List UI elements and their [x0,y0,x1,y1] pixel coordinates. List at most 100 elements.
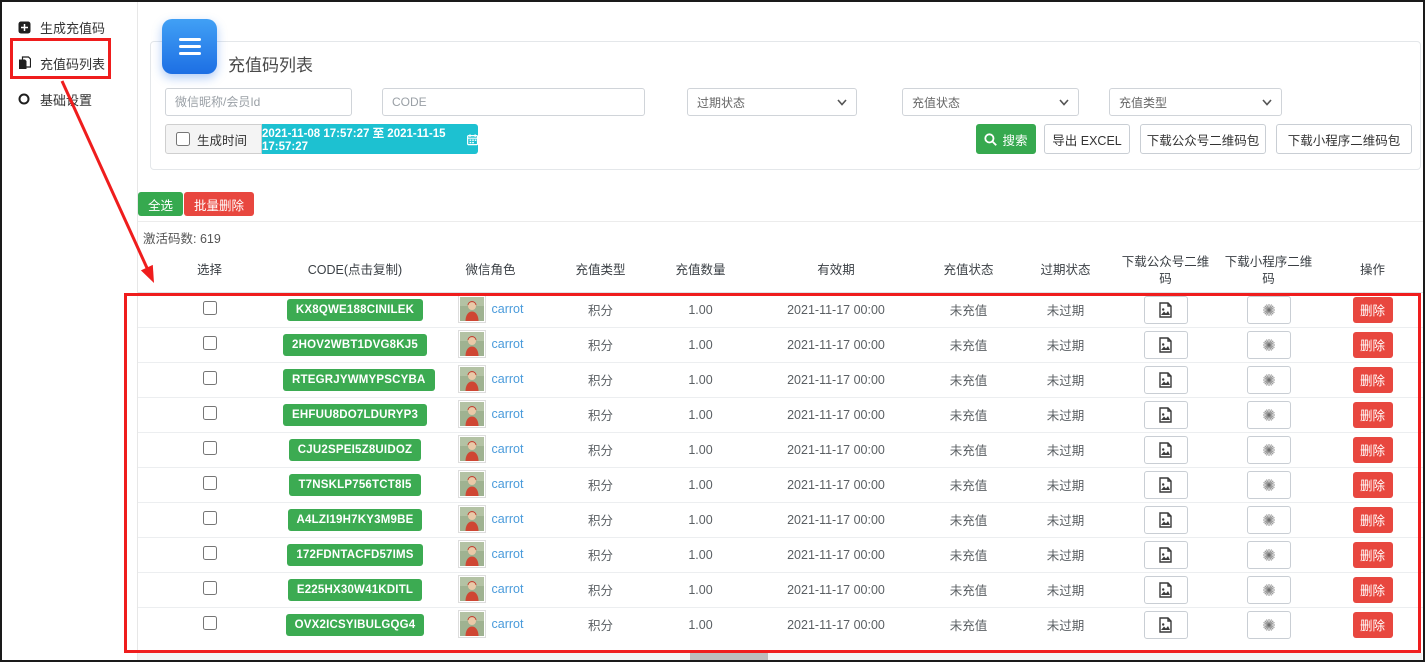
download-mini-qr-button[interactable] [1247,576,1291,604]
row-checkbox[interactable] [203,581,217,595]
sidebar-item-generate-code[interactable]: 生成充值码 [2,15,137,39]
code-badge[interactable]: T7NSKLP756TCT8I5 [289,474,420,496]
expire-status-cell: 未过期 [1017,327,1114,362]
nickname-member-id-input[interactable] [165,88,352,116]
row-checkbox[interactable] [203,371,217,385]
download-mp-qr-package-button[interactable]: 下载公众号二维码包 [1140,124,1266,154]
expire-status-cell: 未过期 [1017,467,1114,502]
delete-button[interactable]: 删除 [1353,297,1393,323]
role-link[interactable]: carrot [492,407,524,421]
download-mini-qr-button[interactable] [1247,611,1291,639]
role-link[interactable]: carrot [492,547,524,561]
delete-button[interactable]: 删除 [1353,542,1393,568]
download-mini-qr-button[interactable] [1247,331,1291,359]
code-badge[interactable]: KX8QWE188CINILEK [287,299,423,321]
role-link[interactable]: carrot [492,512,524,526]
code-input[interactable] [382,88,645,116]
delete-button[interactable]: 删除 [1353,472,1393,498]
download-mini-qr-button[interactable] [1247,541,1291,569]
export-excel-button[interactable]: 导出 EXCEL [1044,124,1130,154]
delete-button[interactable]: 删除 [1353,367,1393,393]
expire-status-cell: 未过期 [1017,397,1114,432]
role-link[interactable]: carrot [492,477,524,491]
code-badge[interactable]: OVX2ICSYIBULGQG4 [286,614,425,636]
download-mp-qr-button[interactable] [1144,506,1188,534]
role-link[interactable]: carrot [492,442,524,456]
role-link[interactable]: carrot [492,617,524,631]
amount-cell: 1.00 [649,397,752,432]
delete-button[interactable]: 删除 [1353,332,1393,358]
recharge-type-select[interactable]: 充值类型 [1109,88,1282,116]
image-file-icon [1158,582,1173,598]
expire-status-select[interactable]: 过期状态 [687,88,857,116]
mini-qr-icon [1262,443,1276,457]
download-mini-qr-button[interactable] [1247,296,1291,324]
row-checkbox[interactable] [203,336,217,350]
recharge-code-admin-page: 生成充值码 充值码列表 基础设置 充值码列表 过期状态 充值状态 充值类型 [0,0,1425,662]
code-badge[interactable]: E225HX30W41KDITL [288,579,422,601]
divider [138,221,1425,222]
delete-button[interactable]: 删除 [1353,612,1393,638]
row-checkbox[interactable] [203,301,217,315]
role-link[interactable]: carrot [492,302,524,316]
search-button[interactable]: 搜索 [976,124,1036,154]
recharge-type-cell: 积分 [552,432,649,467]
row-checkbox[interactable] [203,616,217,630]
code-badge[interactable]: 172FDNTACFD57IMS [287,544,422,566]
delete-button[interactable]: 删除 [1353,437,1393,463]
delete-button[interactable]: 删除 [1353,507,1393,533]
valid-until-cell: 2021-11-17 00:00 [752,292,920,327]
horizontal-scrollbar[interactable] [138,653,1422,660]
image-file-icon [1158,337,1173,353]
code-badge[interactable]: RTEGRJYWMYPSCYBA [283,369,435,391]
row-checkbox[interactable] [203,511,217,525]
row-checkbox[interactable] [203,441,217,455]
sidebar-item-basic-settings[interactable]: 基础设置 [2,87,137,111]
role-link[interactable]: carrot [492,337,524,351]
sidebar-item-code-list[interactable]: 充值码列表 [2,51,137,75]
select-all-button[interactable]: 全选 [138,192,183,216]
role-link[interactable]: carrot [492,582,524,596]
code-badge[interactable]: 2HOV2WBT1DVG8KJ5 [283,334,427,356]
delete-button[interactable]: 删除 [1353,577,1393,603]
date-range-picker[interactable]: 2021-11-08 17:57:27 至 2021-11-15 17:57:2… [262,124,478,154]
download-mp-qr-button[interactable] [1144,541,1188,569]
table-row: E225HX30W41KDITL carrot 积分 1.00 2021-11-… [138,572,1425,607]
download-mini-qr-button[interactable] [1247,401,1291,429]
amount-cell: 1.00 [649,467,752,502]
generate-time-checkbox[interactable] [176,132,190,146]
delete-button[interactable]: 删除 [1353,402,1393,428]
recharge-status-cell: 未充值 [920,432,1017,467]
table-row: A4LZI19H7KY3M9BE carrot 积分 1.00 2021-11-… [138,502,1425,537]
download-mini-qr-button[interactable] [1247,506,1291,534]
role-link[interactable]: carrot [492,372,524,386]
valid-until-cell: 2021-11-17 00:00 [752,327,920,362]
menu-toggle-button[interactable] [162,19,217,74]
download-mp-qr-button[interactable] [1144,401,1188,429]
download-mini-qr-button[interactable] [1247,366,1291,394]
recharge-status-select[interactable]: 充值状态 [902,88,1079,116]
row-checkbox[interactable] [203,546,217,560]
download-mp-qr-button[interactable] [1144,611,1188,639]
download-mp-qr-button[interactable] [1144,436,1188,464]
download-mini-qr-button[interactable] [1247,436,1291,464]
row-checkbox[interactable] [203,406,217,420]
expire-status-cell: 未过期 [1017,362,1114,397]
download-mp-qr-button[interactable] [1144,331,1188,359]
download-mp-qr-button[interactable] [1144,366,1188,394]
chevron-down-icon [1059,99,1069,106]
code-badge[interactable]: EHFUU8DO7LDURYP3 [283,404,427,426]
avatar [458,610,486,638]
download-mp-qr-button[interactable] [1144,576,1188,604]
download-mini-qr-button[interactable] [1247,471,1291,499]
horizontal-scrollbar-thumb[interactable] [690,653,768,660]
download-mp-qr-button[interactable] [1144,471,1188,499]
batch-delete-button[interactable]: 批量删除 [184,192,254,216]
col-amount: 充值数量 [649,250,752,292]
download-mp-qr-button[interactable] [1144,296,1188,324]
code-badge[interactable]: A4LZI19H7KY3M9BE [288,509,423,531]
download-mini-qr-package-button[interactable]: 下载小程序二维码包 [1276,124,1412,154]
recharge-type-cell: 积分 [552,327,649,362]
code-badge[interactable]: CJU2SPEI5Z8UIDOZ [289,439,421,461]
row-checkbox[interactable] [203,476,217,490]
